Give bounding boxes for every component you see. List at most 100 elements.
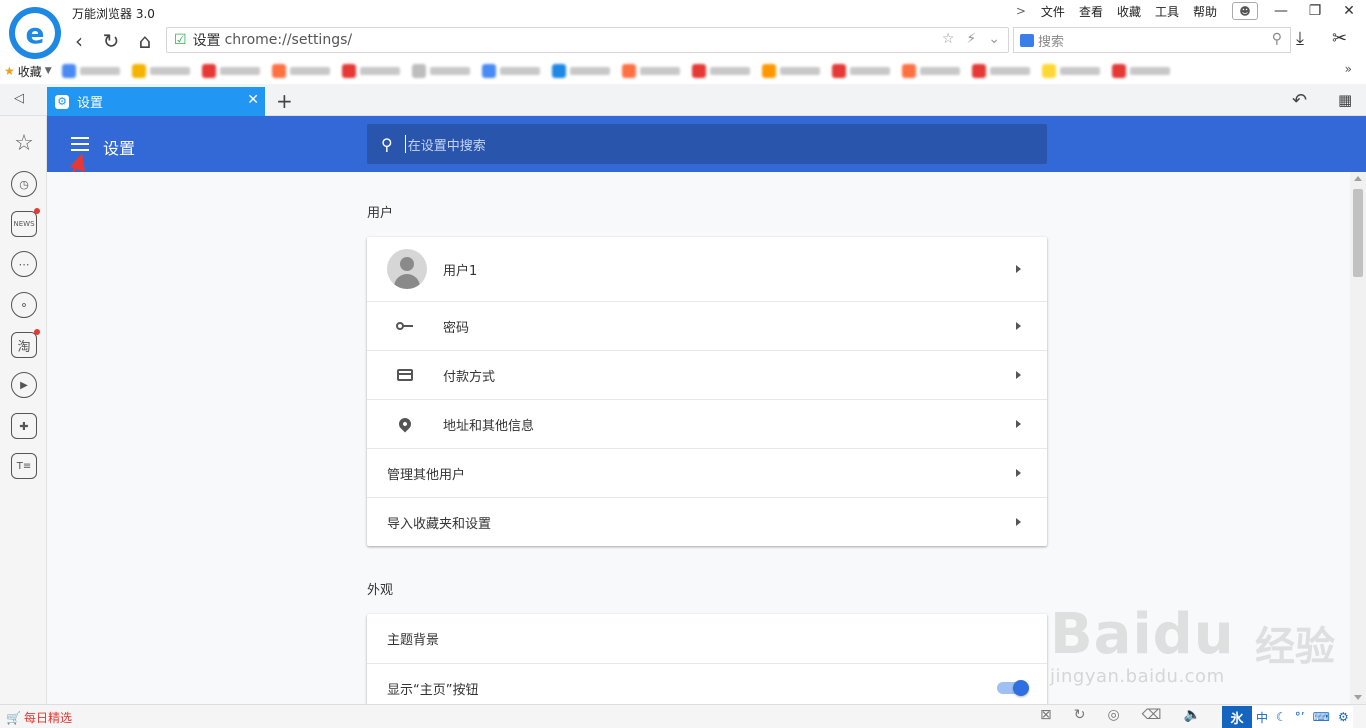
search-input[interactable]: 搜索 ⚲ (1013, 27, 1291, 53)
punctuation-icon[interactable]: °’ (1291, 710, 1309, 724)
address-url[interactable]: chrome://settings/ (225, 32, 353, 48)
menu-tools[interactable]: 工具 (1150, 3, 1184, 20)
volume-icon[interactable]: 🔈 (1183, 707, 1200, 723)
bookmark-favicon-icon (411, 64, 426, 78)
location-pin-icon (367, 415, 443, 433)
bookmark-favicon-icon (1041, 64, 1056, 78)
trash-icon[interactable]: ⌫ (1142, 707, 1162, 723)
download-icon[interactable]: ⤓ (1296, 28, 1304, 49)
bookmark-item[interactable] (761, 64, 820, 78)
ime-language[interactable]: 中 (1252, 709, 1272, 726)
ime-logo[interactable]: 氷 (1222, 706, 1252, 728)
menu-hamburger-icon[interactable] (71, 137, 89, 151)
settings-row-payment[interactable]: 付款方式 (367, 350, 1047, 399)
user-account-icon[interactable]: ☻ (1232, 2, 1258, 20)
search-icon[interactable]: ⚲ (1272, 31, 1282, 47)
scissors-icon[interactable]: ✂ (1332, 28, 1347, 49)
reload-icon[interactable]: ↻ (98, 28, 124, 54)
menu-help[interactable]: 帮助 (1188, 3, 1222, 20)
settings-status-icon[interactable]: ◎ (1107, 707, 1119, 723)
bookmark-star-icon[interactable]: ☆ (942, 31, 955, 47)
settings-row-addresses[interactable]: 地址和其他信息 (367, 399, 1047, 448)
app-title: 万能浏览器 3.0 (72, 7, 155, 21)
bookmark-item[interactable] (1111, 64, 1170, 78)
bookmark-item[interactable] (271, 64, 330, 78)
row-label: 导入收藏夹和设置 (387, 516, 492, 532)
chevron-right-icon[interactable]: > (1016, 4, 1026, 18)
back-icon[interactable]: ‹ (66, 28, 92, 54)
chevron-down-icon[interactable]: ⌄ (988, 31, 1000, 47)
sidebar-toggle-icon[interactable]: ◁ (14, 91, 24, 106)
menu-favorites[interactable]: 收藏 (1112, 3, 1146, 20)
bookmark-item[interactable] (691, 64, 750, 78)
status-bar: 🛒 每日精选 ⊠ ↻ ◎ ⌫ 🔈 氷 中 ☾ °’ ⌨ ⚙ (0, 704, 1366, 728)
weibo-icon[interactable]: ⚬ (11, 292, 37, 318)
bookmark-item[interactable] (481, 64, 540, 78)
scrollbar[interactable] (1350, 172, 1366, 704)
taobao-icon[interactable]: 淘 (11, 329, 40, 358)
daily-picks-link[interactable]: 🛒 每日精选 (6, 709, 72, 726)
bookmark-item[interactable] (831, 64, 890, 78)
settings-row-passwords[interactable]: 密码 (367, 301, 1047, 350)
bookmark-item[interactable] (1041, 64, 1100, 78)
apps-grid-icon[interactable]: ▦ (1338, 91, 1352, 109)
menu-view[interactable]: 查看 (1074, 3, 1108, 20)
settings-search-placeholder: 在设置中搜索 (407, 138, 486, 154)
undo-close-tab-icon[interactable]: ↶ (1292, 90, 1307, 111)
refresh-status-icon[interactable]: ↻ (1074, 707, 1086, 723)
cart-icon: 🛒 (6, 710, 21, 725)
home-icon[interactable]: ⌂ (132, 28, 158, 54)
settings-search-input[interactable]: ⚲ 在设置中搜索 (367, 124, 1047, 164)
close-window-icon[interactable]: ✕ (1332, 0, 1366, 22)
address-bar[interactable]: ☑ 设置 chrome://settings/ ☆ ⚡ ⌄ (166, 27, 1009, 53)
star-icon[interactable]: ☆ (11, 130, 37, 156)
settings-row-user[interactable]: 用户1 (367, 237, 1047, 301)
maximize-icon[interactable]: ❐ (1298, 0, 1332, 22)
settings-row-import[interactable]: 导入收藏夹和设置 (367, 497, 1047, 546)
news-icon[interactable]: NEWS (11, 208, 40, 237)
bookmarks-overflow-icon[interactable]: » (1345, 62, 1352, 76)
game-controller-icon[interactable]: ✚ (11, 413, 37, 439)
bookmark-item[interactable] (61, 64, 120, 78)
minimize-icon[interactable]: — (1264, 0, 1298, 22)
bookmark-item[interactable] (411, 64, 470, 78)
bookmark-item[interactable] (551, 64, 610, 78)
home-button-toggle[interactable] (997, 680, 1029, 696)
keyboard-icon[interactable]: ⌨ (1309, 710, 1334, 724)
ime-settings-icon[interactable]: ⚙ (1334, 710, 1353, 724)
address-page-label: 设置 (192, 33, 221, 49)
moon-icon[interactable]: ☾ (1272, 710, 1291, 724)
settings-row-manage-users[interactable]: 管理其他用户 (367, 448, 1047, 497)
bookmark-item[interactable] (971, 64, 1030, 78)
menu-file[interactable]: 文件 (1036, 3, 1070, 20)
notes-icon[interactable]: T≡ (11, 453, 37, 479)
settings-row-theme[interactable]: 主题背景 (367, 614, 1047, 663)
key-icon (367, 322, 443, 330)
scroll-up-icon[interactable] (1354, 176, 1362, 181)
scroll-down-icon[interactable] (1354, 695, 1362, 700)
wechat-icon[interactable]: ⋯ (11, 251, 37, 277)
search-engine-icon[interactable] (1020, 33, 1034, 47)
chevron-right-icon (1016, 322, 1021, 330)
video-play-icon[interactable]: ▶ (11, 372, 37, 398)
bookmark-item[interactable] (341, 64, 400, 78)
scroll-thumb[interactable] (1353, 189, 1363, 277)
lightning-icon[interactable]: ⚡ (966, 31, 976, 47)
bookmark-item[interactable] (131, 64, 190, 78)
bookmark-favicon-icon (551, 64, 566, 78)
tab-settings[interactable]: ⚙ 设置 ✕ (47, 87, 265, 116)
text-caret (404, 135, 406, 153)
bookmark-favicon-icon (341, 64, 356, 78)
settings-row-home-button: 显示“主页”按钮 (367, 663, 1047, 704)
history-icon[interactable]: ◷ (11, 171, 37, 197)
bookmark-item[interactable] (621, 64, 680, 78)
bookmark-favicon-icon (621, 64, 636, 78)
close-tab-icon[interactable]: ✕ (247, 92, 259, 108)
new-tab-icon[interactable]: + (276, 89, 293, 113)
tab-bar: ◁ ⚙ 设置 ✕ + ↶ ▦ (0, 84, 1366, 116)
browser-logo-icon[interactable]: e (9, 7, 61, 59)
favorites-button[interactable]: ★ 收藏 ▼ (4, 63, 52, 80)
window-shrink-icon[interactable]: ⊠ (1040, 707, 1052, 723)
bookmark-item[interactable] (901, 64, 960, 78)
bookmark-item[interactable] (201, 64, 260, 78)
